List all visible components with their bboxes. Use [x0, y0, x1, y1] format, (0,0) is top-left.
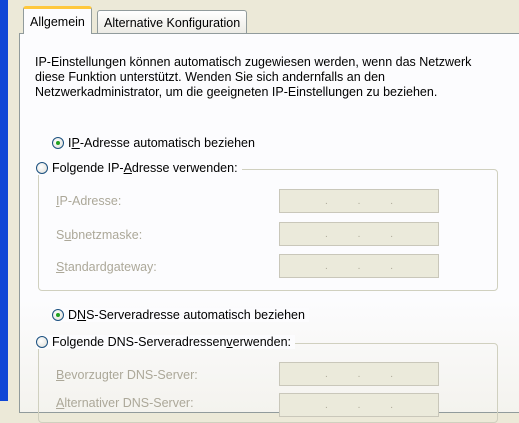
radio-dns-manual[interactable]: Folgende DNS-Serveradressen v erwenden:	[36, 335, 296, 349]
radio-unchecked-icon	[36, 162, 48, 174]
radio-unchecked-icon	[36, 336, 48, 348]
radio-ip-manual[interactable]: Folgende IP- Adresse verwenden:	[36, 161, 242, 175]
tab-allgemein[interactable]: Allgemein	[23, 6, 92, 34]
ip-address-input[interactable]: ...	[279, 189, 439, 213]
label-alternate-dns: Alternativer DNS-Server:	[56, 396, 194, 410]
tab-label: Allgemein	[30, 15, 85, 29]
window-frame-left	[0, 0, 8, 401]
label-default-gateway: Standardgateway:	[56, 260, 157, 274]
label-ip-address: IP-Adresse:	[56, 194, 122, 208]
radio-dns-auto[interactable]: D N S-Serveradresse automatisch beziehen	[52, 308, 309, 322]
tab-label: Alternative Konfiguration	[104, 16, 241, 30]
radio-checked-icon	[52, 137, 64, 149]
info-text: IP-Einstellungen können automatisch zuge…	[35, 55, 472, 99]
radio-checked-icon	[52, 309, 64, 321]
preferred-dns-input[interactable]: ...	[279, 362, 439, 386]
radio-ip-auto[interactable]: I P -Adresse automatisch beziehen	[52, 136, 259, 150]
subnet-mask-input[interactable]: ...	[279, 222, 439, 246]
label-preferred-dns: Bevorzugter DNS-Server:	[56, 368, 198, 382]
tab-alternative-konfiguration[interactable]: Alternative Konfiguration	[97, 10, 248, 33]
label-subnet-mask: Subnetzmaske:	[56, 228, 143, 242]
alternate-dns-input[interactable]: ...	[279, 393, 439, 417]
default-gateway-input[interactable]: ...	[279, 254, 439, 278]
